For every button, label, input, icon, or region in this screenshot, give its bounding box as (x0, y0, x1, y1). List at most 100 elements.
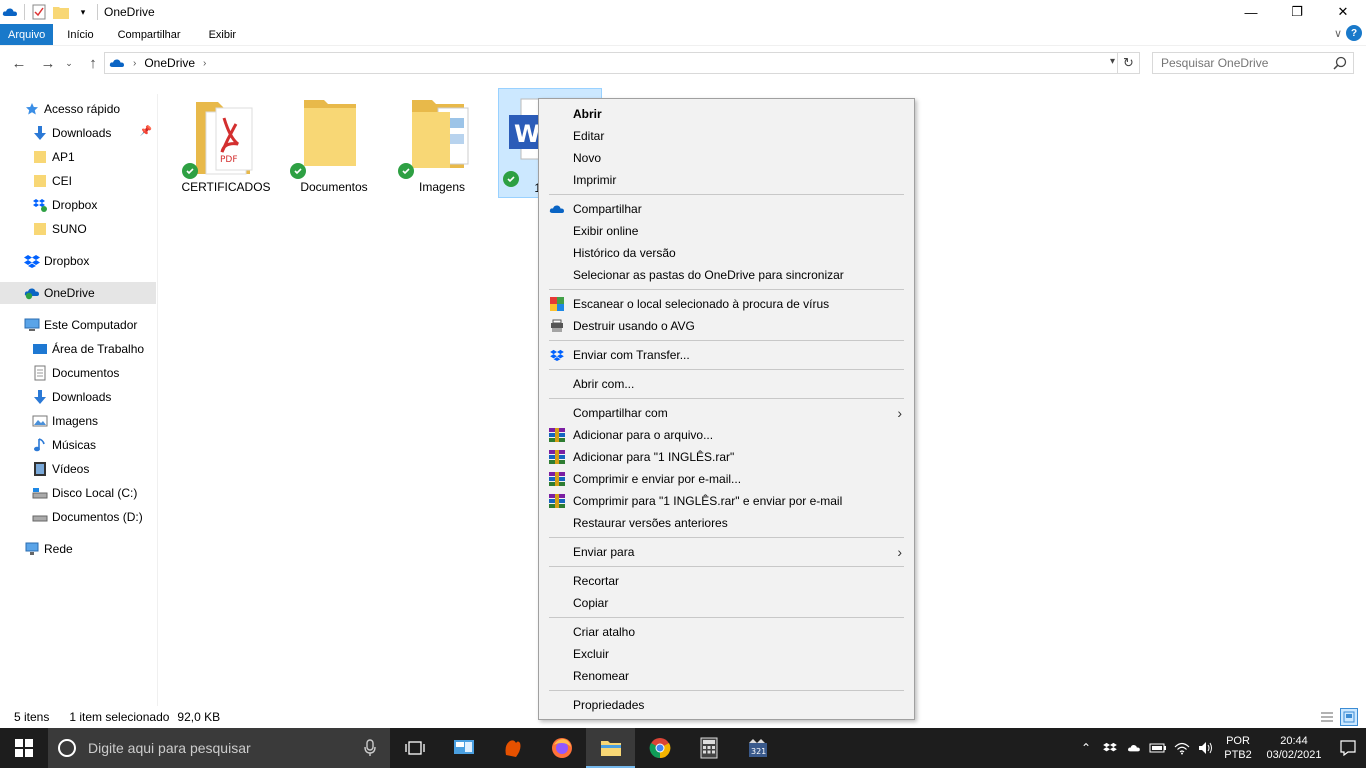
onedrive-tray-icon[interactable] (1122, 728, 1146, 768)
sidebar-item-documentos-d[interactable]: Documentos (D:) (0, 506, 156, 528)
menu-item-restaurar-versoes[interactable]: Restaurar versões anteriores (539, 512, 914, 534)
tab-inicio[interactable]: Início (53, 24, 107, 45)
tab-arquivo[interactable]: Arquivo (0, 24, 54, 45)
sidebar-item-documentos[interactable]: Documentos (0, 362, 156, 384)
breadcrumb-separator-icon[interactable]: › (203, 58, 206, 69)
sidebar-item-dropbox[interactable]: Dropbox (0, 250, 156, 272)
breadcrumb-separator-icon[interactable]: › (133, 58, 136, 69)
menu-item-comprimir-email[interactable]: Comprimir e enviar por e-mail... (539, 468, 914, 490)
search-input[interactable] (1161, 56, 1331, 70)
menu-item-excluir[interactable]: Excluir (539, 643, 914, 665)
microphone-icon[interactable] (364, 739, 376, 760)
sidebar-item-videos[interactable]: Vídeos (0, 458, 156, 480)
up-arrow-icon[interactable]: ↑ (82, 52, 104, 74)
sidebar-item-downloads[interactable]: Downloads (0, 386, 156, 408)
tab-exibir[interactable]: Exibir (191, 24, 255, 45)
sidebar-item-dropbox-quick[interactable]: Dropbox (0, 194, 156, 216)
menu-item-historico-versao[interactable]: Histórico da versão (539, 242, 914, 264)
minimize-button[interactable]: — (1228, 0, 1274, 24)
sidebar-item-acesso-rapido[interactable]: Acesso rápido (0, 98, 156, 120)
menu-item-escanear-virus[interactable]: Escanear o local selecionado à procura d… (539, 293, 914, 315)
menu-item-adicionar-arquivo[interactable]: Adicionar para o arquivo... (539, 424, 914, 446)
breadcrumb[interactable]: OneDrive (144, 56, 195, 70)
winrar-icon (549, 449, 565, 465)
clock[interactable]: 20:44 03/02/2021 (1258, 734, 1330, 762)
new-folder-icon[interactable] (53, 4, 69, 20)
pin-icon[interactable]: 📌 (140, 126, 152, 137)
language-indicator[interactable]: POR PTB2 (1218, 734, 1258, 762)
properties-icon[interactable] (31, 4, 47, 20)
close-button[interactable]: ✕ (1320, 0, 1366, 24)
menu-item-abrir[interactable]: Abrir (539, 103, 914, 125)
menu-item-exibir-online[interactable]: Exibir online (539, 220, 914, 242)
menu-item-enviar-para[interactable]: Enviar para › (539, 541, 914, 563)
menu-item-novo[interactable]: Novo (539, 147, 914, 169)
menu-item-imprimir[interactable]: Imprimir (539, 169, 914, 191)
menu-item-recortar[interactable]: Recortar (539, 570, 914, 592)
tab-compartilhar[interactable]: Compartilhar (108, 24, 191, 45)
volume-icon[interactable] (1194, 728, 1218, 768)
menu-item-destruir-avg[interactable]: Destruir usando o AVG (539, 315, 914, 337)
sidebar-item-downloads-pinned[interactable]: Downloads 📌 (0, 122, 156, 144)
search-box[interactable] (1152, 52, 1354, 74)
menu-item-adicionar-rar[interactable]: Adicionar para "1 INGLÊS.rar" (539, 446, 914, 468)
sidebar-item-imagens[interactable]: Imagens (0, 410, 156, 432)
maximize-button[interactable]: ❐ (1274, 0, 1320, 24)
menu-item-renomear[interactable]: Renomear (539, 665, 914, 687)
menu-separator (549, 340, 904, 341)
taskbar-search-box[interactable]: Digite aqui para pesquisar (48, 728, 390, 768)
taskbar-app-control-panel[interactable] (439, 728, 488, 768)
address-dropdown-icon[interactable]: ▾ (1110, 56, 1115, 67)
back-arrow-icon[interactable]: ← (8, 52, 30, 74)
start-button[interactable] (0, 728, 48, 768)
search-icon (1333, 56, 1347, 73)
taskbar-app-media-player[interactable]: 321 (733, 728, 782, 768)
taskbar-app-file-explorer[interactable] (586, 728, 635, 768)
task-view-button[interactable] (390, 728, 439, 768)
show-hidden-icons-icon[interactable]: ⌃ (1074, 728, 1098, 768)
forward-arrow-icon[interactable]: → (37, 52, 59, 74)
sidebar-item-musicas[interactable]: Músicas (0, 434, 156, 456)
menu-separator (549, 617, 904, 618)
taskbar-app-baseball[interactable] (488, 728, 537, 768)
menu-item-compartilhar[interactable]: Compartilhar (539, 198, 914, 220)
sidebar-item-rede[interactable]: Rede (0, 538, 156, 560)
sidebar-item-suno[interactable]: SUNO (0, 218, 156, 240)
battery-icon[interactable] (1146, 728, 1170, 768)
taskbar-app-calculator[interactable] (684, 728, 733, 768)
menu-item-comprimir-rar-email[interactable]: Comprimir para "1 INGLÊS.rar" e enviar p… (539, 490, 914, 512)
menu-item-compartilhar-com[interactable]: Compartilhar com › (539, 402, 914, 424)
file-tile-documentos[interactable]: Documentos (282, 88, 386, 198)
sidebar-item-este-computador[interactable]: Este Computador (0, 314, 156, 336)
sidebar-item-cei[interactable]: CEI (0, 170, 156, 192)
sidebar-item-disco-local-c[interactable]: Disco Local (C:) (0, 482, 156, 504)
menu-item-enviar-transfer[interactable]: Enviar com Transfer... (539, 344, 914, 366)
details-view-icon[interactable] (1318, 708, 1336, 726)
sidebar-item-onedrive[interactable]: OneDrive (0, 282, 156, 304)
menu-item-abrir-com[interactable]: Abrir com... (539, 373, 914, 395)
menu-item-selecionar-pastas[interactable]: Selecionar as pastas do OneDrive para si… (539, 264, 914, 286)
address-bar[interactable]: › OneDrive › ▾ ↻ (104, 52, 1140, 74)
menu-item-propriedades[interactable]: Propriedades (539, 694, 914, 716)
sidebar-item-area-de-trabalho[interactable]: Área de Trabalho (0, 338, 156, 360)
menu-item-label: Copiar (573, 596, 609, 610)
file-tile-certificados[interactable]: PDF CERTIFICADOS (174, 88, 278, 198)
menu-item-copiar[interactable]: Copiar (539, 592, 914, 614)
file-tile-imagens[interactable]: Imagens (390, 88, 494, 198)
large-icons-view-icon[interactable] (1340, 708, 1358, 726)
dropbox-tray-icon[interactable] (1098, 728, 1122, 768)
menu-item-editar[interactable]: Editar (539, 125, 914, 147)
drive-d-icon (32, 509, 48, 525)
sidebar-item-ap1[interactable]: AP1 (0, 146, 156, 168)
notification-center-icon[interactable] (1330, 728, 1366, 768)
taskbar-app-firefox[interactable] (537, 728, 586, 768)
taskbar-app-chrome[interactable] (635, 728, 684, 768)
recent-locations-icon[interactable]: ⌄ (62, 52, 76, 74)
expand-ribbon-icon[interactable]: ∨ (1334, 27, 1342, 40)
refresh-icon[interactable]: ↻ (1117, 53, 1139, 73)
menu-item-criar-atalho[interactable]: Criar atalho (539, 621, 914, 643)
help-icon[interactable]: ? (1346, 25, 1362, 41)
wifi-icon[interactable] (1170, 728, 1194, 768)
customize-toolbar-icon[interactable]: ▾ (75, 4, 91, 20)
menu-item-label: Abrir com... (573, 377, 635, 391)
